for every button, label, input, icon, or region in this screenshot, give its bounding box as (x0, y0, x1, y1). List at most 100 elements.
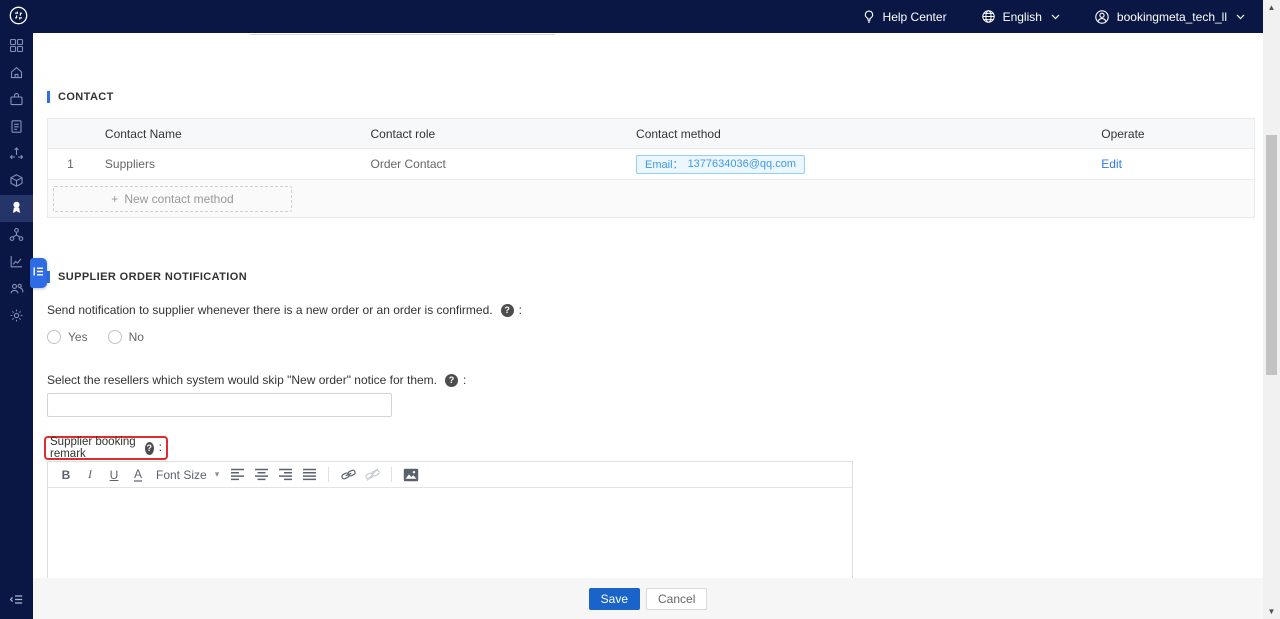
contact-table-footer: + New contact method (48, 180, 1254, 218)
sidebar-item-inventory[interactable] (0, 168, 33, 195)
sidebar-item-analytics[interactable] (0, 249, 33, 276)
notification-title-label: SUPPLIER ORDER NOTIFICATION (58, 271, 247, 283)
chevron-down-icon (1236, 14, 1245, 20)
skip-resellers-input[interactable] (47, 393, 392, 417)
email-chip[interactable]: Email： 1377634036@qq.com (636, 155, 805, 174)
help-icon[interactable]: ? (501, 304, 514, 317)
radio-yes-label: Yes (68, 330, 88, 344)
sidebar-item-settings[interactable] (0, 303, 33, 330)
contact-title-label: CONTACT (58, 91, 114, 103)
insert-image-button[interactable] (399, 464, 423, 486)
user-avatar-icon (1094, 9, 1110, 25)
scroll-up-arrow-icon[interactable]: ▲ (1263, 0, 1280, 15)
editor-content-area[interactable] (48, 488, 852, 578)
editor-toolbar: B I U A Font Size ▾ (48, 462, 852, 488)
font-color-glyph: A (134, 468, 142, 482)
scrolled-element-edge (250, 34, 555, 35)
lightbulb-icon (862, 9, 876, 24)
align-right-button[interactable] (273, 464, 297, 486)
radio-no[interactable]: No (108, 330, 144, 344)
sidebar-item-products[interactable] (0, 87, 33, 114)
edit-link[interactable]: Edit (1101, 157, 1122, 171)
sidebar-item-home[interactable] (0, 60, 33, 87)
order-form-icon (9, 119, 24, 137)
column-header-index (48, 119, 93, 148)
team-icon (9, 281, 24, 299)
caret-down-icon: ▾ (215, 469, 220, 480)
column-header-contact-role: Contact role (358, 119, 624, 148)
gear-icon (9, 308, 24, 326)
supplier-remark-label: Supplier booking remark (50, 436, 137, 460)
section-accent-bar (47, 91, 50, 103)
send-notification-label: Send notification to supplier whenever t… (47, 303, 493, 317)
topbar: Help Center English (0, 0, 1263, 33)
brand-logo-icon[interactable] (8, 5, 29, 29)
contact-table: Contact Name Contact role Contact method… (47, 118, 1255, 218)
new-contact-method-button[interactable]: + New contact method (53, 186, 292, 212)
help-icon[interactable]: ? (445, 374, 458, 387)
plus-icon: + (111, 192, 118, 206)
annotation-red-box: Supplier booking remark ? : (44, 436, 168, 460)
unlink-button[interactable] (360, 464, 384, 486)
colon-text: : (519, 303, 522, 317)
app-root: Help Center English (0, 0, 1280, 619)
scrollbar-thumb[interactable] (1266, 135, 1277, 375)
globe-icon (981, 9, 996, 24)
save-button[interactable]: Save (589, 588, 640, 610)
grid-icon (9, 38, 24, 56)
radio-yes[interactable]: Yes (47, 330, 88, 344)
sidebar-item-channels[interactable] (0, 141, 33, 168)
cancel-button[interactable]: Cancel (646, 588, 707, 610)
sidebar-item-orders[interactable] (0, 114, 33, 141)
align-left-button[interactable] (225, 464, 249, 486)
contact-role-value: Order Contact (358, 149, 624, 179)
list-lines-icon (33, 266, 44, 280)
font-color-button[interactable]: A (126, 464, 150, 486)
email-chip-address: 1377634036@qq.com (688, 158, 796, 170)
row-index: 1 (48, 149, 93, 179)
help-icon[interactable]: ? (145, 442, 154, 455)
notification-radio-group: Yes No (47, 330, 144, 344)
sidebar-nav (0, 33, 33, 619)
send-notification-question: Send notification to supplier whenever t… (47, 303, 522, 317)
skip-resellers-question: Select the resellers which system would … (47, 373, 466, 387)
main-content: CONTACT Contact Name Contact role Contac… (33, 33, 1263, 619)
sidebar-item-supplier[interactable] (0, 195, 33, 222)
user-menu[interactable]: bookingmeta_tech_ll (1094, 9, 1245, 25)
sidebar-collapse-button[interactable] (0, 589, 33, 613)
email-chip-type: Email： (645, 156, 684, 172)
italic-button[interactable]: I (78, 464, 102, 486)
font-size-dropdown[interactable]: Font Size ▾ (150, 468, 225, 482)
toolbar-separator (328, 467, 329, 482)
link-button[interactable] (336, 464, 360, 486)
sidebar-item-distribution[interactable] (0, 222, 33, 249)
help-center-button[interactable]: Help Center (862, 9, 947, 24)
new-contact-method-label: New contact method (124, 192, 233, 206)
contact-table-header-row: Contact Name Contact role Contact method… (48, 119, 1254, 149)
bold-glyph: B (62, 468, 71, 482)
column-header-contact-name: Contact Name (93, 119, 359, 148)
font-size-label: Font Size (156, 468, 207, 482)
bold-button[interactable]: B (54, 464, 78, 486)
contact-method-cell: Email： 1377634036@qq.com (624, 149, 1089, 179)
underline-glyph: U (110, 468, 119, 482)
transfer-icon (9, 146, 24, 164)
colon-text: : (463, 373, 466, 387)
sidebar-item-team[interactable] (0, 276, 33, 303)
column-header-operate: Operate (1089, 119, 1254, 148)
align-justify-button[interactable] (297, 464, 321, 486)
radio-circle-icon (108, 330, 122, 344)
package-icon (9, 173, 24, 191)
sidebar-item-dashboard[interactable] (0, 33, 33, 60)
italic-glyph: I (88, 467, 92, 482)
colon-text: : (159, 442, 162, 454)
remark-editor: B I U A Font Size ▾ (47, 461, 853, 579)
side-panel-tab[interactable] (30, 258, 47, 288)
supplier-badge-icon (9, 200, 24, 218)
scroll-down-arrow-icon[interactable]: ▼ (1263, 604, 1280, 619)
underline-button[interactable]: U (102, 464, 126, 486)
analytics-icon (9, 254, 24, 272)
align-center-button[interactable] (249, 464, 273, 486)
radio-circle-icon (47, 330, 61, 344)
language-selector[interactable]: English (981, 9, 1060, 24)
